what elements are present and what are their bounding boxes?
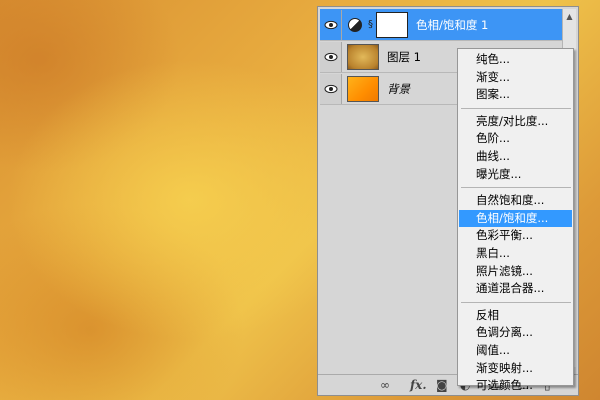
adjustment-layer-icon bbox=[348, 17, 362, 32]
menu-item-brightness-contrast[interactable]: 亮度/对比度... bbox=[459, 113, 572, 131]
menu-item-pattern[interactable]: 图案... bbox=[459, 86, 572, 104]
layer-thumbnail[interactable] bbox=[347, 43, 379, 70]
menu-item-exposure[interactable]: 曝光度... bbox=[459, 166, 572, 184]
menu-item-hue-saturation[interactable]: 色相/饱和度... bbox=[459, 209, 572, 228]
layer-name[interactable]: 背景 bbox=[387, 81, 410, 97]
menu-item-vibrance[interactable]: 自然饱和度... bbox=[459, 192, 572, 210]
menu-item-levels[interactable]: 色阶... bbox=[459, 130, 572, 148]
menu-item-solid-color[interactable]: 纯色... bbox=[459, 51, 572, 69]
menu-item-channel-mixer[interactable]: 通道混合器... bbox=[459, 280, 572, 298]
menu-separator bbox=[461, 107, 571, 109]
menu-separator bbox=[461, 187, 571, 189]
scroll-up-icon[interactable]: ▲ bbox=[563, 9, 576, 23]
visibility-eye-icon[interactable] bbox=[320, 41, 342, 72]
layer-mask-thumbnail[interactable] bbox=[376, 11, 408, 38]
layer-row-hue-saturation[interactable]: § 色相/饱和度 1 bbox=[320, 9, 568, 41]
layer-name[interactable]: 图层 1 bbox=[387, 49, 421, 65]
visibility-eye-icon[interactable] bbox=[320, 9, 342, 40]
link-icon[interactable]: ∞ bbox=[380, 378, 390, 392]
menu-item-black-white[interactable]: 黑白... bbox=[459, 245, 572, 263]
menu-item-color-balance[interactable]: 色彩平衡... bbox=[459, 227, 572, 245]
menu-item-curves[interactable]: 曲线... bbox=[459, 148, 572, 166]
layer-name[interactable]: 色相/饱和度 1 bbox=[416, 17, 488, 33]
menu-item-threshold[interactable]: 阈值... bbox=[459, 342, 572, 360]
menu-separator bbox=[461, 301, 571, 303]
layer-thumbnail[interactable] bbox=[347, 75, 379, 102]
menu-item-posterize[interactable]: 色调分离... bbox=[459, 324, 572, 342]
menu-item-photo-filter[interactable]: 照片滤镜... bbox=[459, 263, 572, 281]
menu-item-invert[interactable]: 反相 bbox=[459, 307, 572, 325]
menu-item-gradient[interactable]: 渐变... bbox=[459, 69, 572, 87]
fx-icon[interactable]: fx. bbox=[410, 378, 427, 392]
menu-item-selective-color[interactable]: 可选颜色... bbox=[459, 377, 572, 395]
visibility-eye-icon[interactable] bbox=[320, 73, 342, 104]
link-chain-icon[interactable]: § bbox=[368, 19, 373, 30]
adjustment-dropdown-menu: 纯色... 渐变... 图案... 亮度/对比度... 色阶... 曲线... … bbox=[457, 48, 574, 392]
mask-icon[interactable]: ◙ bbox=[436, 378, 448, 392]
menu-item-gradient-map[interactable]: 渐变映射... bbox=[459, 360, 572, 378]
